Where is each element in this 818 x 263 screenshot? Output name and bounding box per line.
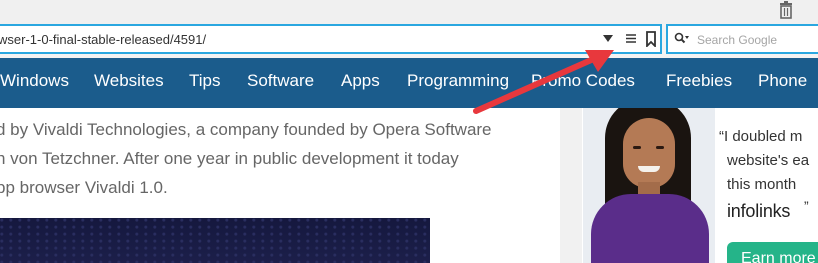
earn-more-button[interactable]: Earn more	[727, 242, 818, 263]
sidebar-ad[interactable]: “I doubled m website's ea this month inf…	[583, 108, 818, 263]
ad-quote-line-3: this month	[727, 176, 797, 193]
browser-top-strip	[0, 0, 818, 24]
sidebar-gutter	[560, 108, 582, 263]
article-content: d by Vivaldi Technologies, a company fou…	[0, 108, 560, 263]
ad-photo-face	[623, 118, 675, 188]
ad-photo-eye	[633, 146, 641, 149]
dropdown-arrow-icon[interactable]	[603, 35, 613, 42]
ad-quote-line-2: website's ea	[727, 152, 810, 169]
bookmark-icon[interactable]	[645, 31, 657, 47]
search-bar[interactable]	[666, 24, 818, 54]
nav-item-software[interactable]: Software	[247, 71, 314, 91]
infolinks-logo: infolinks	[727, 201, 791, 221]
site-nav-bar: Windows Websites Tips Software Apps Prog…	[0, 58, 818, 108]
nav-item-websites[interactable]: Websites	[94, 71, 164, 91]
nav-item-promo-codes[interactable]: Promo Codes	[531, 71, 635, 91]
nav-item-windows[interactable]: Windows	[0, 71, 69, 91]
article-line-2: n von Tetzchner. After one year in publi…	[0, 149, 459, 168]
article-line-1: d by Vivaldi Technologies, a company fou…	[0, 120, 492, 139]
browser-toolbar: wser-1-0-final-stable-released/4591/	[0, 24, 818, 58]
nav-item-apps[interactable]: Apps	[341, 71, 380, 91]
ad-photo-eye	[656, 146, 664, 149]
nav-item-programming[interactable]: Programming	[407, 71, 509, 91]
url-text[interactable]: wser-1-0-final-stable-released/4591/	[0, 32, 206, 47]
nav-item-tips[interactable]: Tips	[189, 71, 221, 91]
ad-photo-sweater	[591, 194, 709, 263]
reader-view-icon[interactable]	[624, 32, 638, 46]
ad-quote-line-1: “I doubled m	[719, 128, 803, 145]
address-bar[interactable]: wser-1-0-final-stable-released/4591/	[0, 24, 662, 54]
trash-icon[interactable]	[776, 0, 796, 20]
search-icon[interactable]	[674, 32, 690, 46]
ad-quote-close: ”	[804, 198, 809, 214]
article-line-3: pp browser Vivaldi 1.0.	[0, 178, 168, 197]
search-input[interactable]	[695, 30, 818, 50]
ad-photo	[583, 108, 715, 263]
nav-item-phone[interactable]: Phone	[758, 71, 807, 91]
ad-photo-smile	[638, 166, 660, 172]
nav-item-freebies[interactable]: Freebies	[666, 71, 732, 91]
article-screenshot-image	[0, 218, 430, 263]
